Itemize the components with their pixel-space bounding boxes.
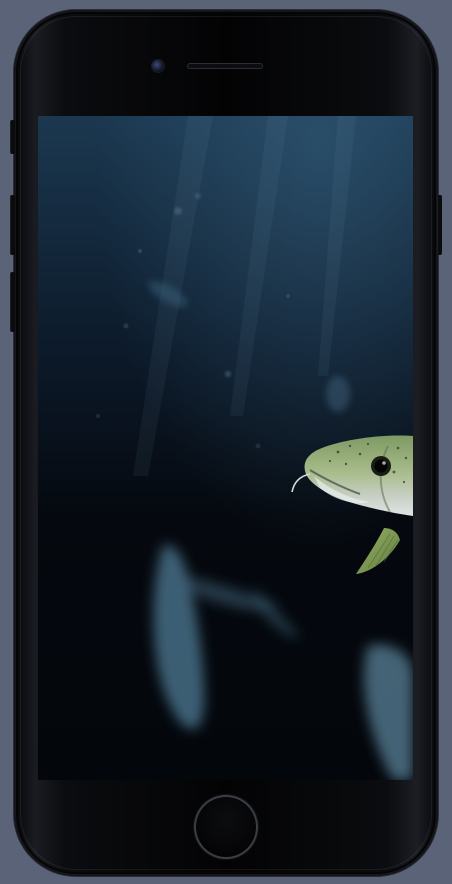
underwater-scene — [38, 116, 413, 780]
power-button[interactable] — [437, 195, 442, 255]
home-button[interactable] — [194, 795, 258, 859]
front-camera-icon — [152, 60, 164, 72]
mute-switch[interactable] — [10, 120, 15, 154]
volume-down-button[interactable] — [10, 272, 15, 332]
backdrop — [0, 0, 452, 884]
distant-fish-2 — [326, 376, 350, 412]
earpiece-speaker — [187, 63, 263, 69]
volume-up-button[interactable] — [10, 195, 15, 255]
phone-screen[interactable] — [38, 116, 413, 780]
